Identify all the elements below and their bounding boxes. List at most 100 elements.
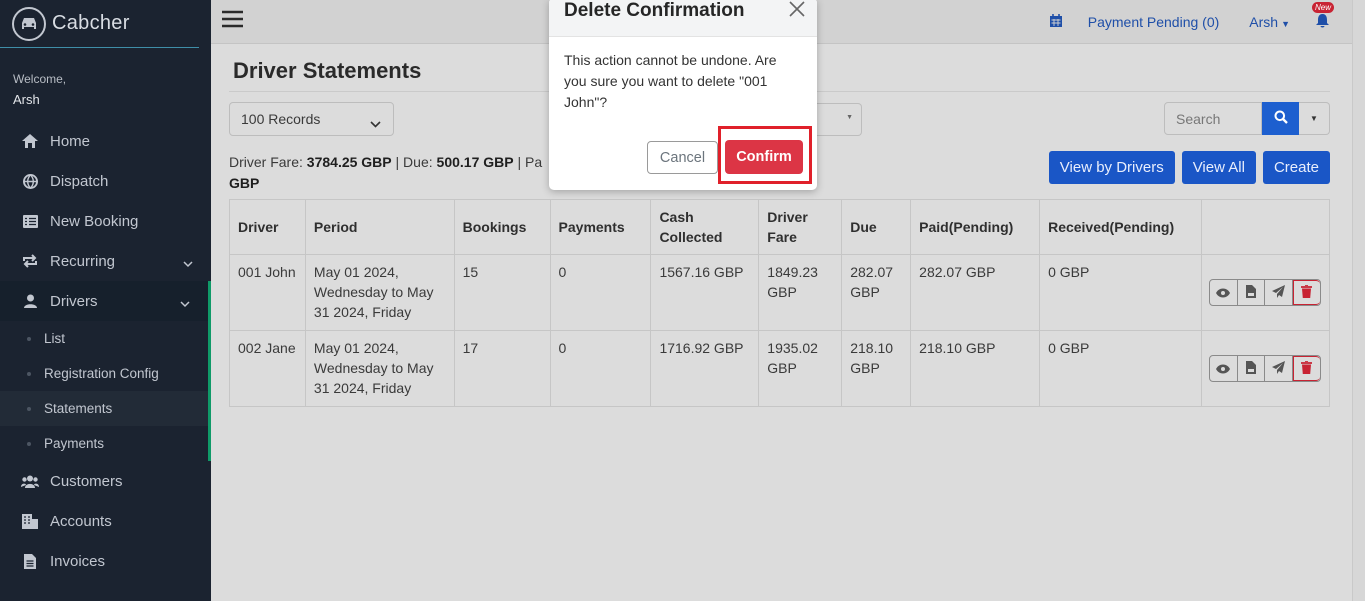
summary-tail: | Pa bbox=[517, 154, 543, 170]
repeat-icon bbox=[20, 254, 40, 268]
action-buttons: View by Drivers View All Create bbox=[1048, 151, 1330, 184]
search-input[interactable]: Search bbox=[1164, 102, 1262, 135]
column-header[interactable]: Cash Collected bbox=[650, 199, 760, 255]
sidebar-item-drivers[interactable]: Drivers bbox=[0, 281, 208, 321]
sidebar-item-home[interactable]: Home bbox=[0, 121, 211, 161]
sidebar-item-customers[interactable]: Customers bbox=[0, 461, 211, 501]
cell-period: May 01 2024, Wednesday to May 31 2024, F… bbox=[304, 254, 455, 331]
cell-driver-fare: 1935.02 GBP bbox=[758, 330, 843, 407]
eye-icon bbox=[1216, 283, 1231, 303]
sidebar-item-label: Drivers bbox=[50, 292, 98, 310]
table-header-row: Driver Period Bookings Payments Cash Col… bbox=[229, 199, 1330, 255]
sidebar-subitem-registration-config[interactable]: Registration Config bbox=[0, 356, 208, 391]
sidebar-subitem-list[interactable]: List bbox=[0, 321, 208, 356]
pdf-button[interactable] bbox=[1238, 280, 1265, 305]
user-menu-label: Arsh bbox=[1249, 14, 1279, 30]
column-header[interactable]: Received(Pending) bbox=[1039, 199, 1202, 255]
search-icon bbox=[1274, 110, 1288, 127]
send-button[interactable] bbox=[1265, 280, 1293, 305]
brand-name: Cabcher bbox=[52, 12, 130, 34]
cell-period: May 01 2024, Wednesday to May 31 2024, F… bbox=[304, 330, 455, 407]
file-pdf-icon bbox=[1245, 283, 1256, 303]
sidebar-item-label: Customers bbox=[50, 472, 123, 490]
statements-table: Driver Period Bookings Payments Cash Col… bbox=[229, 199, 1330, 407]
filter-select[interactable]: ▼ bbox=[811, 103, 862, 136]
sidebar-nav: Home Dispatch New Booking Recurring Driv… bbox=[0, 121, 211, 581]
table-row: 002 Jane May 01 2024, Wednesday to May 3… bbox=[229, 330, 1330, 407]
caret-down-icon: ▼ bbox=[1310, 114, 1318, 123]
scrollbar[interactable] bbox=[1352, 0, 1365, 601]
cancel-button[interactable]: Cancel bbox=[647, 141, 718, 174]
view-button[interactable] bbox=[1210, 356, 1238, 381]
caret-down-icon: ▼ bbox=[846, 114, 853, 121]
row-actions bbox=[1201, 330, 1330, 407]
modal-header: Delete Confirmation bbox=[549, 0, 817, 37]
caret-down-icon: ▼ bbox=[1281, 19, 1290, 29]
view-button[interactable] bbox=[1210, 280, 1238, 305]
column-header[interactable]: Driver bbox=[229, 199, 306, 255]
column-header[interactable]: Driver Fare bbox=[758, 199, 843, 255]
eye-icon bbox=[1216, 359, 1231, 379]
create-button[interactable]: Create bbox=[1262, 151, 1330, 184]
sidebar-item-new-booking[interactable]: New Booking bbox=[0, 201, 211, 241]
column-header[interactable]: Paid(Pending) bbox=[910, 199, 1041, 255]
view-all-button[interactable]: View All bbox=[1181, 151, 1256, 184]
cell-cash-collected: 1716.92 GBP bbox=[650, 330, 760, 407]
file-pdf-icon bbox=[1245, 359, 1256, 379]
calendar-icon[interactable] bbox=[1049, 14, 1062, 30]
summary-text: Driver Fare: 3784.25 GBP | Due: 500.17 G… bbox=[229, 152, 542, 194]
row-actions bbox=[1201, 254, 1330, 331]
column-header[interactable]: Due bbox=[841, 199, 912, 255]
list-icon bbox=[20, 214, 40, 228]
chevron-down-icon bbox=[370, 115, 381, 131]
cell-payments: 0 bbox=[549, 254, 652, 331]
search-options-dropdown[interactable]: ▼ bbox=[1299, 102, 1330, 135]
view-by-drivers-button[interactable]: View by Drivers bbox=[1048, 151, 1175, 184]
chevron-down-icon bbox=[180, 295, 190, 312]
column-header[interactable]: Payments bbox=[549, 199, 652, 255]
sidebar-item-recurring[interactable]: Recurring bbox=[0, 241, 211, 281]
records-select[interactable]: 100 Records bbox=[229, 102, 394, 136]
confirm-button[interactable]: Confirm bbox=[725, 140, 803, 174]
close-icon[interactable] bbox=[789, 1, 805, 20]
trash-icon bbox=[1301, 359, 1313, 379]
bell-icon[interactable]: New bbox=[1312, 1, 1335, 31]
home-icon bbox=[20, 134, 40, 148]
sidebar-item-accounts[interactable]: Accounts bbox=[0, 501, 211, 541]
payment-pending-link[interactable]: Payment Pending (0) bbox=[1088, 14, 1220, 30]
delete-confirmation-modal: Delete Confirmation This action cannot b… bbox=[549, 0, 817, 190]
cell-bookings: 15 bbox=[453, 254, 551, 331]
paper-plane-icon bbox=[1271, 283, 1285, 303]
sidebar-item-dispatch[interactable]: Dispatch bbox=[0, 161, 211, 201]
hamburger-menu-icon[interactable] bbox=[222, 10, 243, 31]
welcome-label: Welcome, bbox=[13, 72, 67, 86]
user-menu[interactable]: Arsh ▼ bbox=[1249, 14, 1290, 30]
modal-body: This action cannot be undone. Are you su… bbox=[564, 52, 777, 110]
cell-received-pending: 0 GBP bbox=[1039, 330, 1202, 407]
new-badge: New bbox=[1312, 1, 1335, 13]
column-header[interactable]: Period bbox=[304, 199, 455, 255]
sidebar-subitem-payments[interactable]: Payments bbox=[0, 426, 208, 461]
action-group bbox=[1209, 355, 1321, 382]
column-header[interactable]: Bookings bbox=[453, 199, 551, 255]
cell-driver: 002 Jane bbox=[229, 330, 306, 407]
send-button[interactable] bbox=[1265, 356, 1293, 381]
search-button[interactable] bbox=[1262, 102, 1299, 135]
records-select-value: 100 Records bbox=[241, 111, 321, 127]
trash-icon bbox=[1301, 283, 1313, 303]
delete-button[interactable] bbox=[1292, 280, 1320, 305]
pdf-button[interactable] bbox=[1238, 356, 1265, 381]
topbar-right: Payment Pending (0) Arsh ▼ New bbox=[1049, 0, 1335, 44]
sidebar-item-invoices[interactable]: Invoices bbox=[0, 541, 211, 581]
sidebar-item-label: Invoices bbox=[50, 552, 106, 570]
summary-wrap: GBP bbox=[229, 175, 260, 191]
due-label: | Due: bbox=[395, 154, 433, 170]
delete-button[interactable] bbox=[1292, 356, 1320, 381]
brand[interactable]: Cabcher bbox=[0, 0, 199, 48]
car-icon bbox=[12, 6, 46, 41]
sidebar-subitem-statements[interactable]: Statements bbox=[0, 391, 208, 426]
driver-fare-label: Driver Fare: bbox=[229, 154, 303, 170]
sidebar-item-label: Accounts bbox=[50, 512, 112, 530]
page-title: Driver Statements bbox=[233, 58, 422, 83]
cell-received-pending: 0 GBP bbox=[1039, 254, 1202, 331]
